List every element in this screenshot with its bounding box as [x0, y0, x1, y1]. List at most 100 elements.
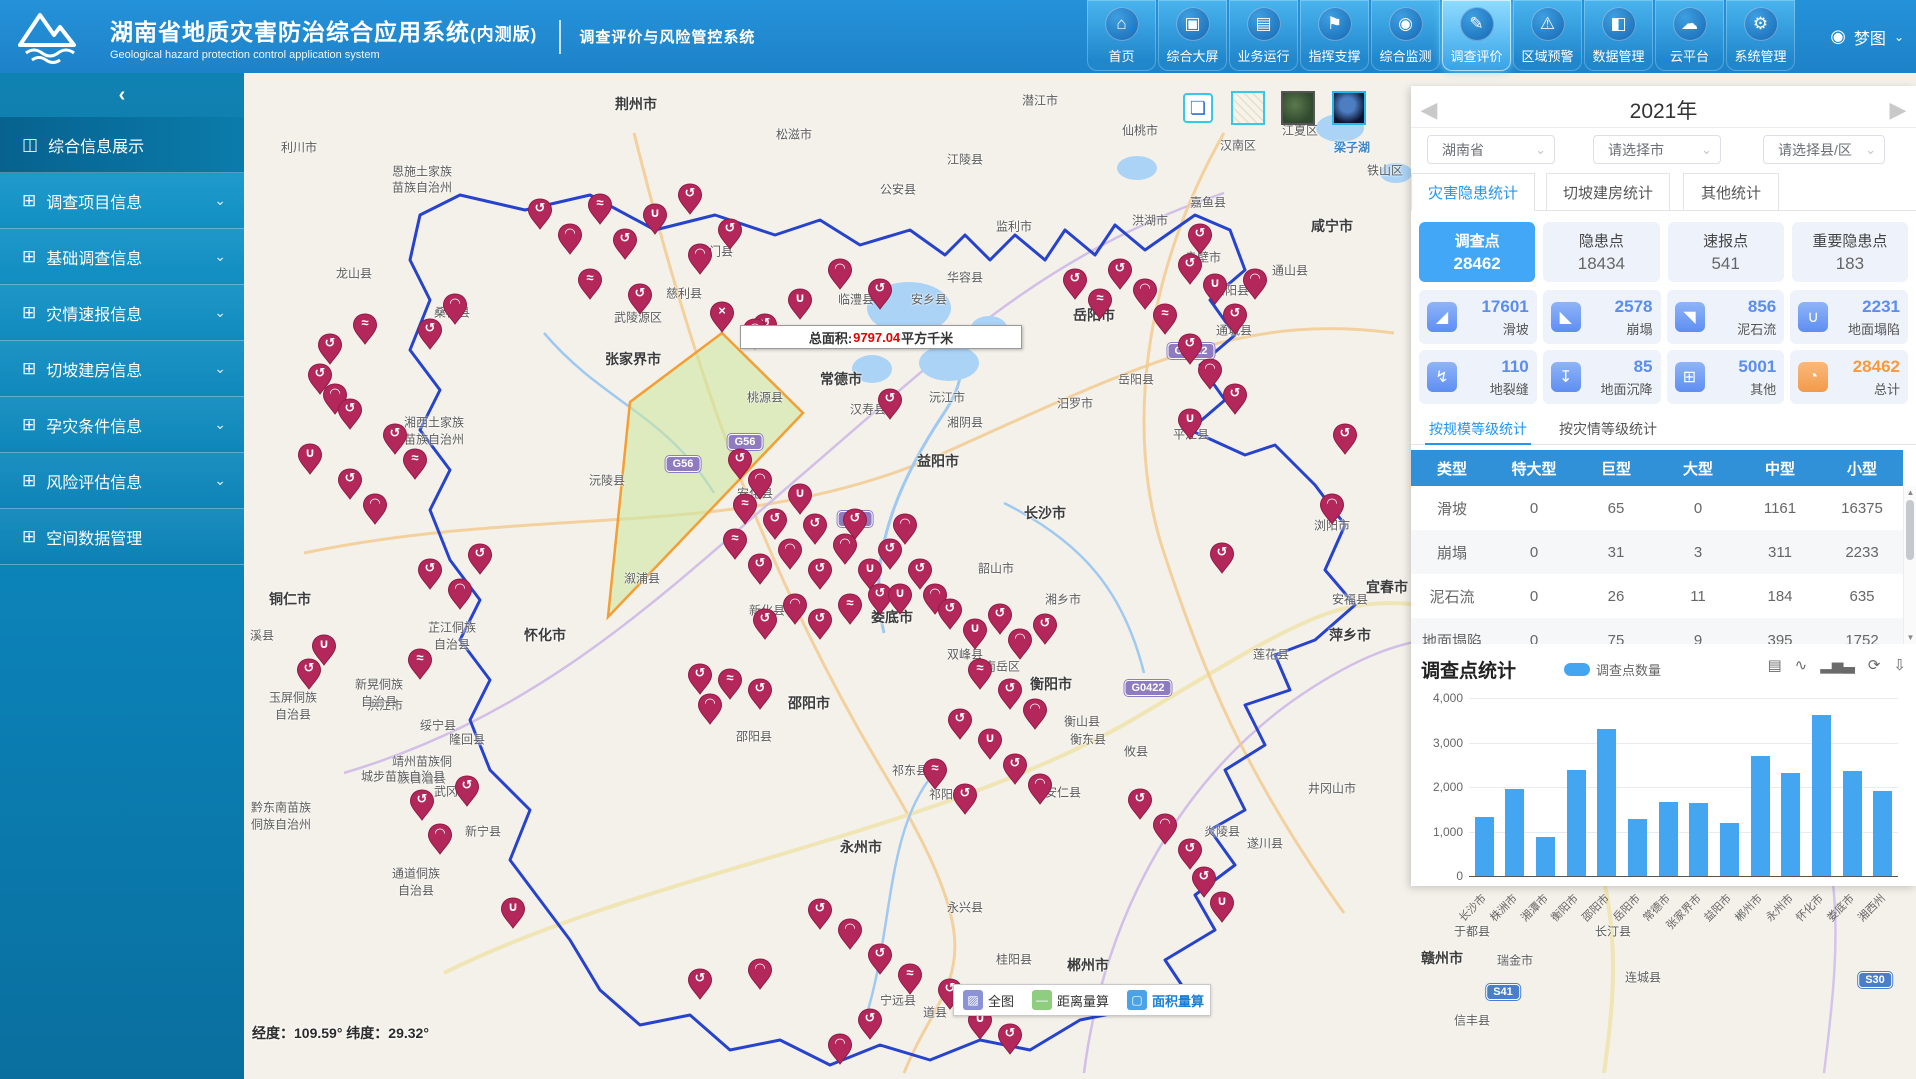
- hazard-marker[interactable]: ◠: [1007, 628, 1033, 660]
- hazard-marker[interactable]: ↺: [997, 1023, 1023, 1055]
- hazard-marker[interactable]: ↺: [317, 333, 343, 365]
- hazard-marker[interactable]: ◠: [1152, 813, 1178, 845]
- table-row[interactable]: 滑坡0650116116375: [1411, 486, 1903, 530]
- bar-娄底市[interactable]: [1843, 771, 1862, 876]
- hazard-marker[interactable]: ↺: [1127, 788, 1153, 820]
- hazard-marker[interactable]: ↺: [807, 608, 833, 640]
- hazard-marker[interactable]: ◠: [827, 1033, 853, 1065]
- hazard-stat-其他[interactable]: ⊞5001其他: [1667, 350, 1785, 404]
- table-row[interactable]: 泥石流02611184635: [1411, 574, 1903, 618]
- bar-张家界市[interactable]: [1689, 803, 1708, 876]
- sidebar-item-调查项目信息[interactable]: ⊞调查项目信息⌄: [0, 173, 244, 229]
- hazard-marker[interactable]: ↺: [417, 558, 443, 590]
- basemap-street-thumbnail[interactable]: [1231, 91, 1265, 125]
- hazard-marker[interactable]: ≈: [722, 528, 748, 560]
- hazard-marker[interactable]: ∪: [642, 203, 668, 235]
- hazard-marker[interactable]: ↺: [1187, 223, 1213, 255]
- map-tool-面积量算[interactable]: ▢面积量算: [1118, 990, 1213, 1010]
- nav-item-综合监测[interactable]: ◉综合监测: [1371, 0, 1440, 71]
- tab-切坡建房统计[interactable]: 切坡建房统计: [1546, 173, 1670, 211]
- hazard-marker[interactable]: ↺: [1002, 753, 1028, 785]
- hazard-marker[interactable]: ◠: [1022, 698, 1048, 730]
- hazard-marker[interactable]: ≈: [837, 593, 863, 625]
- measure-close-marker[interactable]: ×: [709, 301, 735, 333]
- basemap-satellite-thumbnail[interactable]: [1281, 91, 1315, 125]
- tab-其他统计[interactable]: 其他统计: [1683, 173, 1779, 211]
- nav-item-首页[interactable]: ⌂首页: [1087, 0, 1156, 71]
- bar-常德市[interactable]: [1659, 802, 1678, 876]
- hazard-marker[interactable]: ◠: [1027, 773, 1053, 805]
- hazard-marker[interactable]: ↺: [677, 183, 703, 215]
- hazard-marker[interactable]: ↺: [807, 558, 833, 590]
- scroll-down-icon[interactable]: ▼: [1904, 633, 1916, 642]
- hazard-marker[interactable]: ↺: [1191, 866, 1217, 898]
- map-tool-距离量算[interactable]: —距离量算: [1023, 990, 1118, 1010]
- nav-item-数据管理[interactable]: ◧数据管理: [1584, 0, 1653, 71]
- hazard-marker[interactable]: ◠: [427, 823, 453, 855]
- hazard-marker[interactable]: ◠: [442, 293, 468, 325]
- region-select-2[interactable]: 请选择县/区⌄: [1763, 135, 1885, 164]
- hazard-marker[interactable]: ↺: [747, 678, 773, 710]
- chart-legend[interactable]: 调查点数量: [1564, 660, 1661, 679]
- tab-灾害隐患统计[interactable]: 灾害隐患统计: [1411, 173, 1535, 211]
- stat-box-调查点[interactable]: 调查点28462: [1419, 222, 1535, 282]
- hazard-marker[interactable]: ↺: [1062, 268, 1088, 300]
- hazard-marker[interactable]: ↺: [454, 775, 480, 807]
- hazard-marker[interactable]: ≈: [897, 963, 923, 995]
- hazard-marker[interactable]: ◠: [747, 958, 773, 990]
- hazard-marker[interactable]: ↺: [687, 968, 713, 1000]
- hazard-marker[interactable]: ◠: [1319, 493, 1345, 525]
- nav-item-云平台[interactable]: ☁云平台: [1655, 0, 1724, 71]
- hazard-marker[interactable]: ↺: [802, 513, 828, 545]
- hazard-marker[interactable]: ↺: [752, 608, 778, 640]
- bar-怀化市[interactable]: [1812, 715, 1831, 876]
- bar-长沙市[interactable]: [1475, 817, 1494, 876]
- hazard-marker[interactable]: ◠: [362, 493, 388, 525]
- hazard-marker[interactable]: ∪: [787, 483, 813, 515]
- hazard-marker[interactable]: ↺: [409, 789, 435, 821]
- table-row[interactable]: 地面塌陷07593951752: [1411, 618, 1903, 644]
- hazard-marker[interactable]: ∪: [311, 634, 337, 666]
- hazard-marker[interactable]: ◠: [1242, 268, 1268, 300]
- hazard-marker[interactable]: ◠: [837, 918, 863, 950]
- hazard-stat-滑坡[interactable]: ◢17601滑坡: [1419, 290, 1537, 344]
- nav-item-系统管理[interactable]: ⚙系统管理: [1726, 0, 1795, 71]
- hazard-marker[interactable]: ≈: [407, 648, 433, 680]
- hazard-marker[interactable]: ◠: [827, 258, 853, 290]
- hazard-marker[interactable]: ↺: [1209, 542, 1235, 574]
- bar-衡阳市[interactable]: [1567, 770, 1586, 876]
- hazard-marker[interactable]: ∪: [500, 897, 526, 929]
- bar-湘潭市[interactable]: [1536, 837, 1555, 876]
- hazard-marker[interactable]: ≈: [577, 268, 603, 300]
- bar-chart-icon[interactable]: ▂▅▃: [1820, 656, 1855, 674]
- sidebar-collapse-button[interactable]: ‹: [0, 73, 244, 117]
- sidebar-item-综合信息展示[interactable]: ◫综合信息展示: [0, 117, 244, 173]
- bar-岳阳市[interactable]: [1628, 819, 1647, 876]
- nav-item-区域预警[interactable]: ⚠区域预警: [1513, 0, 1582, 71]
- hazard-marker[interactable]: ↺: [612, 228, 638, 260]
- hazard-marker[interactable]: ↺: [762, 508, 788, 540]
- scroll-up-icon[interactable]: ▲: [1904, 488, 1916, 497]
- eye-icon[interactable]: ◉: [1830, 26, 1846, 47]
- bar-郴州市[interactable]: [1751, 756, 1770, 876]
- hazard-stat-总计[interactable]: ◔28462总计: [1790, 350, 1908, 404]
- hazard-marker[interactable]: ∪: [297, 443, 323, 475]
- nav-item-调查评价[interactable]: ✎调查评价: [1442, 0, 1511, 71]
- table-scrollbar[interactable]: ▲ ▼: [1903, 486, 1916, 644]
- sidebar-item-风险评估信息[interactable]: ⊞风险评估信息⌄: [0, 453, 244, 509]
- region-select-0[interactable]: 湖南省⌄: [1427, 135, 1555, 164]
- download-icon[interactable]: ⇩: [1893, 656, 1906, 674]
- sidebar-item-基础调查信息[interactable]: ⊞基础调查信息⌄: [0, 229, 244, 285]
- nav-item-业务运行[interactable]: ▤业务运行: [1229, 0, 1298, 71]
- hazard-marker[interactable]: ↺: [687, 663, 713, 695]
- hazard-marker[interactable]: ◠: [782, 593, 808, 625]
- hazard-marker[interactable]: ∪: [1202, 273, 1228, 305]
- sidebar-item-切坡建房信息[interactable]: ⊞切坡建房信息⌄: [0, 341, 244, 397]
- hazard-stat-地面沉降[interactable]: ↧85地面沉降: [1543, 350, 1661, 404]
- hazard-marker[interactable]: ≈: [352, 313, 378, 345]
- hazard-marker[interactable]: ↺: [867, 278, 893, 310]
- hazard-stat-地裂缝[interactable]: ↯110地裂缝: [1419, 350, 1537, 404]
- hazard-marker[interactable]: ↺: [1177, 253, 1203, 285]
- nav-item-综合大屏[interactable]: ▣综合大屏: [1158, 0, 1227, 71]
- bar-株洲市[interactable]: [1505, 789, 1524, 876]
